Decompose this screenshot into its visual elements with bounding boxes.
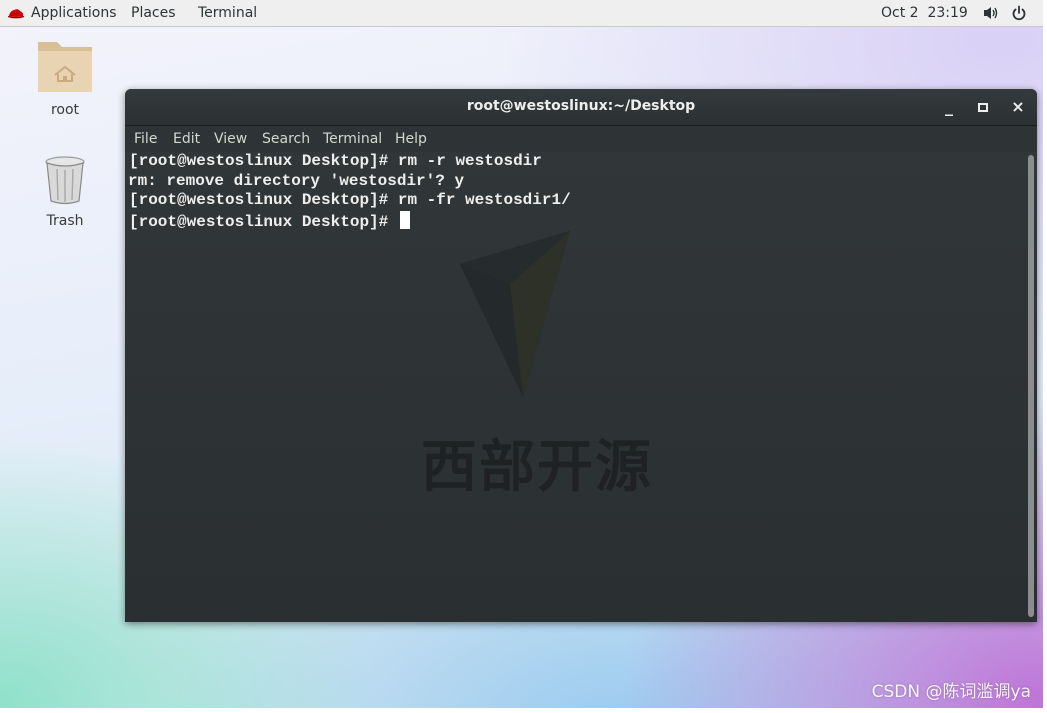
close-icon: × <box>1011 97 1025 116</box>
maximize-icon <box>978 103 988 112</box>
top-bar: Applications Places Terminal Oct 2 23:19 <box>0 0 1043 27</box>
close-button[interactable]: × <box>1008 97 1028 117</box>
desktop-icon-label: Trash <box>46 213 84 229</box>
terminal-line: [root@westoslinux Desktop]# rm -fr westo… <box>129 191 571 209</box>
terminal-app-menu[interactable]: Terminal <box>198 4 257 22</box>
csdn-watermark: CSDN @陈词滥调ya <box>871 682 1031 702</box>
window-title: root@westoslinux:~/Desktop <box>466 98 696 114</box>
desktop-icon-label: root <box>50 102 80 118</box>
terminal-prompt-line: [root@westoslinux Desktop]# <box>129 211 410 232</box>
desktop-icon-root[interactable]: root <box>35 38 95 118</box>
trash-icon <box>45 156 85 205</box>
right-border <box>1043 0 1047 713</box>
menu-terminal[interactable]: Terminal <box>323 131 382 147</box>
menu-help[interactable]: Help <box>395 131 427 147</box>
menu-bar: File Edit View Search Terminal Help <box>125 126 1037 152</box>
power-icon[interactable] <box>1011 5 1027 21</box>
volume-icon[interactable] <box>982 5 1000 21</box>
menu-view[interactable]: View <box>214 131 247 147</box>
minimize-icon: _ <box>945 97 953 116</box>
terminal-line: [root@westoslinux Desktop]# rm -r westos… <box>129 152 542 170</box>
places-menu[interactable]: Places <box>131 4 176 22</box>
westos-logo-watermark <box>460 231 570 397</box>
scrollbar[interactable] <box>1028 155 1034 617</box>
window-titlebar[interactable]: root@westoslinux:~/Desktop _ × <box>125 89 1037 126</box>
menu-search[interactable]: Search <box>262 131 310 147</box>
westos-logo-text: 西部开源 <box>421 435 653 500</box>
desktop-icon-trash[interactable]: Trash <box>35 155 95 229</box>
minimize-button[interactable]: _ <box>939 97 959 117</box>
menu-file[interactable]: File <box>134 131 157 147</box>
text-cursor <box>399 211 410 229</box>
terminal-window[interactable]: root@westoslinux:~/Desktop _ × File Edit… <box>125 89 1037 622</box>
applications-menu[interactable]: Applications <box>31 4 117 22</box>
redhat-icon <box>7 9 25 19</box>
menu-edit[interactable]: Edit <box>173 131 200 147</box>
terminal-line: rm: remove directory 'westosdir'? y <box>128 172 465 190</box>
terminal-content[interactable]: 西部开源 [root@westoslinux Desktop]# rm -r w… <box>125 152 1037 622</box>
bottom-border <box>0 708 1047 713</box>
desktop: Applications Places Terminal Oct 2 23:19… <box>0 0 1043 708</box>
maximize-button[interactable] <box>973 97 993 117</box>
terminal-prompt: [root@westoslinux Desktop]# <box>129 213 398 231</box>
home-folder-icon <box>38 42 92 92</box>
clock[interactable]: Oct 2 23:19 <box>881 4 968 22</box>
